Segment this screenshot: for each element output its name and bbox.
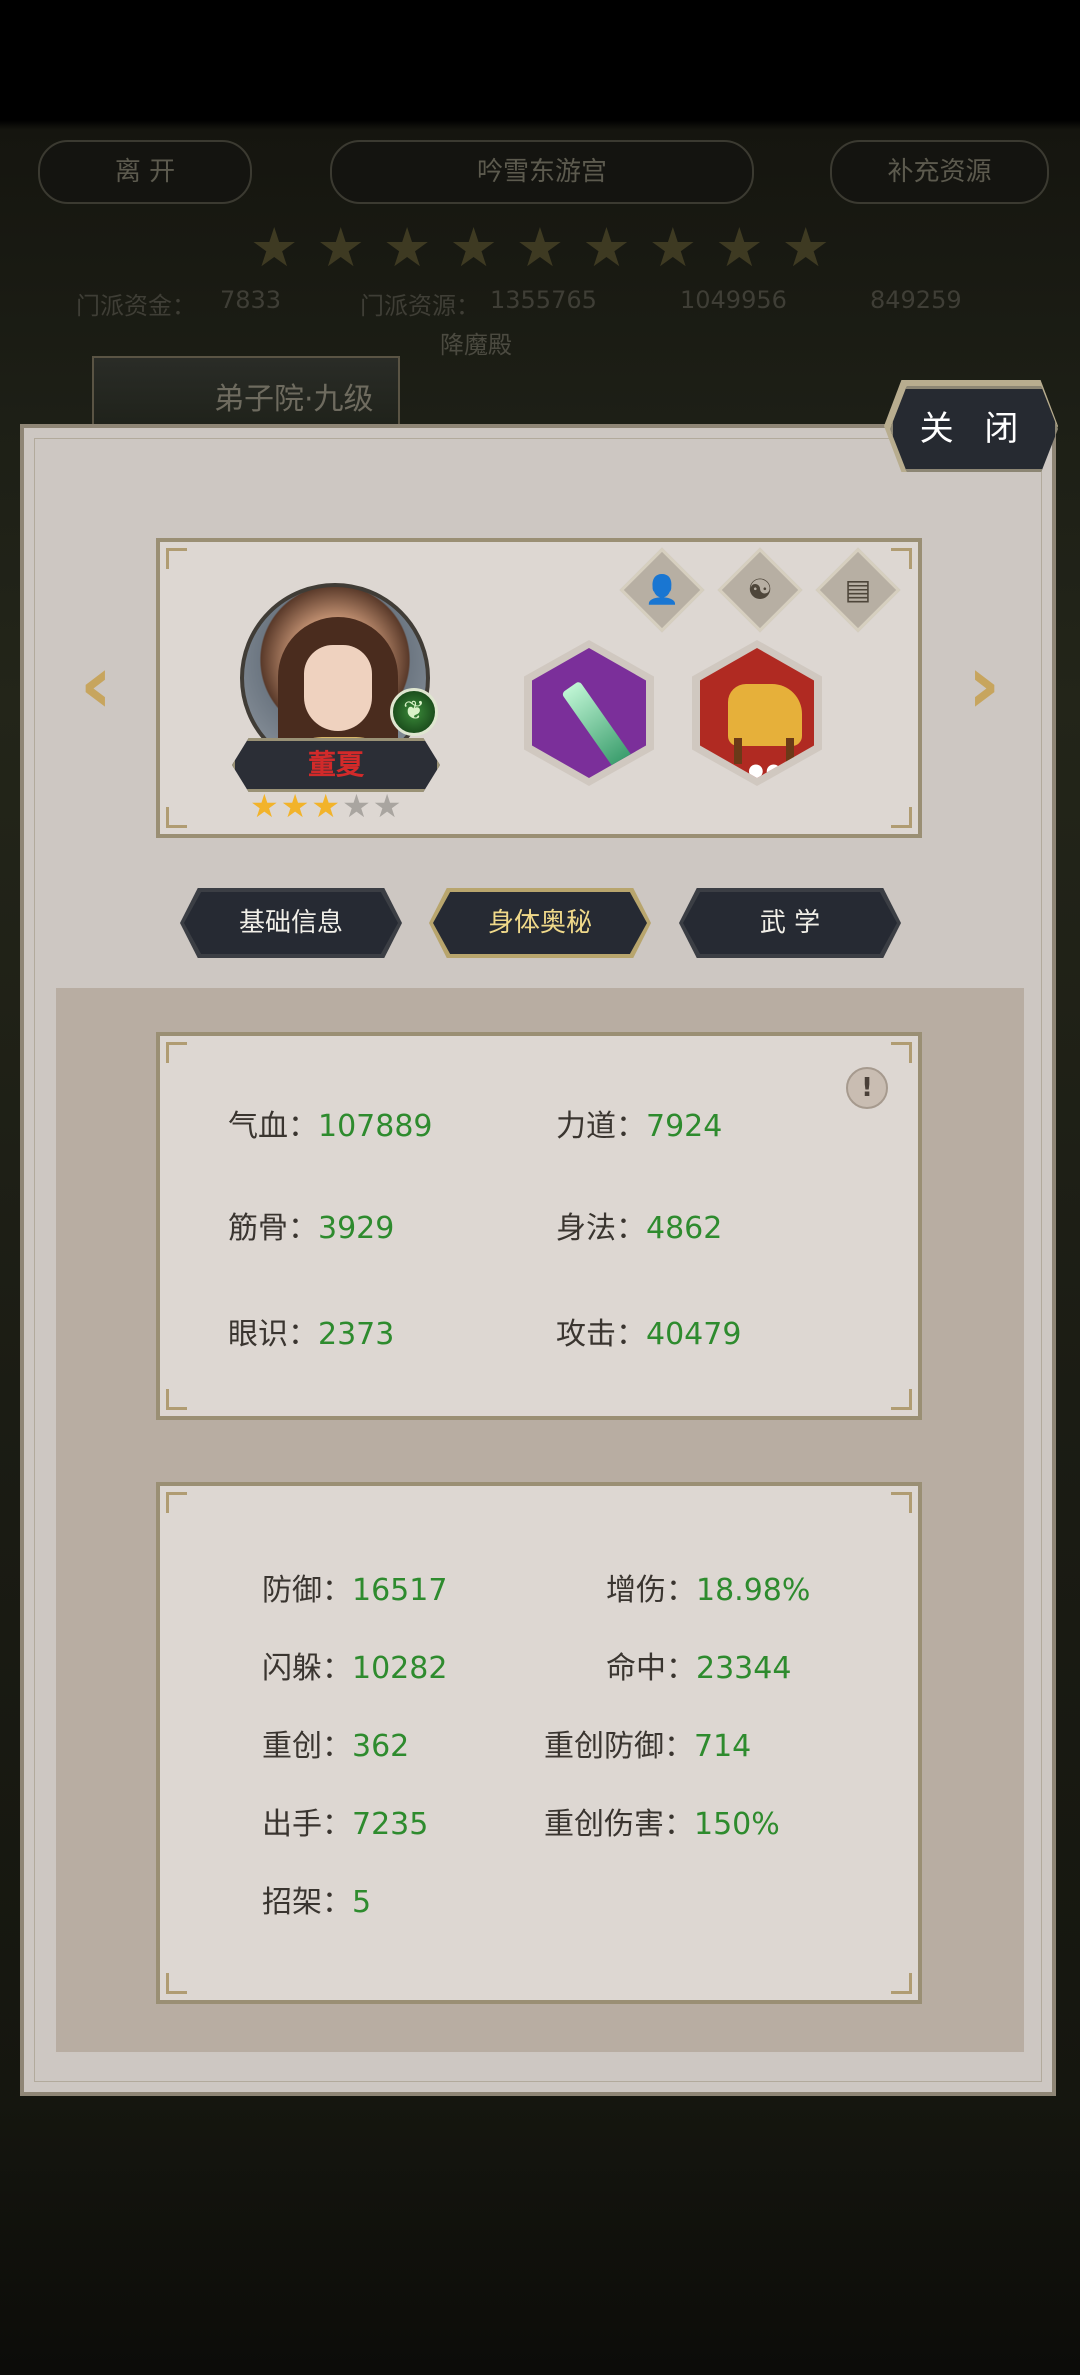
sect-resource-value: 1355765 — [490, 286, 597, 314]
location-title: 吟雪东游宫 — [330, 140, 754, 204]
stat-damage-bonus: 增伤：18.98% — [606, 1573, 811, 1608]
leave-button[interactable]: 离 开 — [38, 140, 252, 204]
star-icon: ★ — [280, 787, 310, 825]
hero-name: 董夏 — [232, 738, 440, 792]
star-icon: ★ — [250, 216, 299, 279]
resource-value-3: 1049956 — [680, 286, 787, 314]
chevron-left-icon[interactable]: ‹ — [70, 640, 122, 730]
stat-attack: 攻击：40479 — [556, 1317, 742, 1352]
star-icon: ★ — [715, 216, 764, 279]
stat-strength: 力道：7924 — [556, 1109, 723, 1144]
stat-speed: 出手：7235 — [262, 1807, 429, 1842]
stat-agility: 身法：4862 — [556, 1211, 723, 1246]
star-icon: ★ — [316, 216, 365, 279]
sect-fund-value: 7833 — [220, 286, 282, 314]
sect-resource-label: 门派资源： — [360, 292, 480, 320]
stat-defense: 防御：16517 — [262, 1573, 448, 1608]
star-empty-icon: ★ — [372, 787, 402, 825]
stat-dodge: 闪躲：10282 — [262, 1651, 448, 1686]
stat-constitution: 筋骨：3929 — [228, 1211, 395, 1246]
star-icon: ★ — [582, 216, 631, 279]
resource-value-4: 849259 — [870, 286, 962, 314]
building-subtitle: 降魔殿 — [440, 331, 512, 359]
supplement-resources-button[interactable]: 补充资源 — [830, 140, 1049, 204]
hero-star-rating: ★ ★ ★ ★ ★ — [250, 786, 430, 826]
sect-fund-label: 门派资金： — [76, 292, 196, 320]
exclamation-icon[interactable]: ! — [846, 1067, 888, 1109]
leaf-icon: ❦ — [390, 688, 438, 736]
star-icon: ★ — [311, 787, 341, 825]
star-icon: ★ — [648, 216, 698, 279]
stat-parry: 招架：5 — [262, 1885, 372, 1920]
resource-bar: 门派资金： 7833 门派资源： 1355765 1049956 849259 — [70, 286, 1010, 326]
tab-body-secrets[interactable]: 身体奥秘 — [433, 892, 647, 954]
star-icon: ★ — [781, 216, 830, 279]
tab-basic-info[interactable]: 基础信息 — [184, 892, 398, 954]
star-icon: ★ — [250, 787, 279, 825]
stat-perception: 眼识：2373 — [228, 1317, 395, 1352]
star-icon: ★ — [449, 216, 498, 279]
stat-hit: 命中：23344 — [606, 1651, 792, 1686]
stat-hp: 气血：107889 — [228, 1109, 433, 1144]
stat-critical: 重创：362 — [262, 1729, 410, 1764]
star-icon: ★ — [515, 216, 565, 279]
chevron-right-icon[interactable]: › — [958, 640, 1010, 730]
stat-critical-defense: 重创防御：714 — [544, 1729, 752, 1764]
close-button[interactable]: 关 闭 — [890, 386, 1058, 472]
star-empty-icon: ★ — [342, 787, 371, 825]
tab-martial-arts[interactable]: 武 学 — [683, 892, 897, 954]
star-icon: ★ — [382, 216, 432, 279]
disciple-hall-label: 弟子院·九级 — [214, 382, 374, 417]
sect-level-stars: ★ ★ ★ ★ ★ ★ ★ ★ ★ — [250, 218, 830, 278]
stat-critical-damage: 重创伤害：150% — [544, 1807, 780, 1842]
